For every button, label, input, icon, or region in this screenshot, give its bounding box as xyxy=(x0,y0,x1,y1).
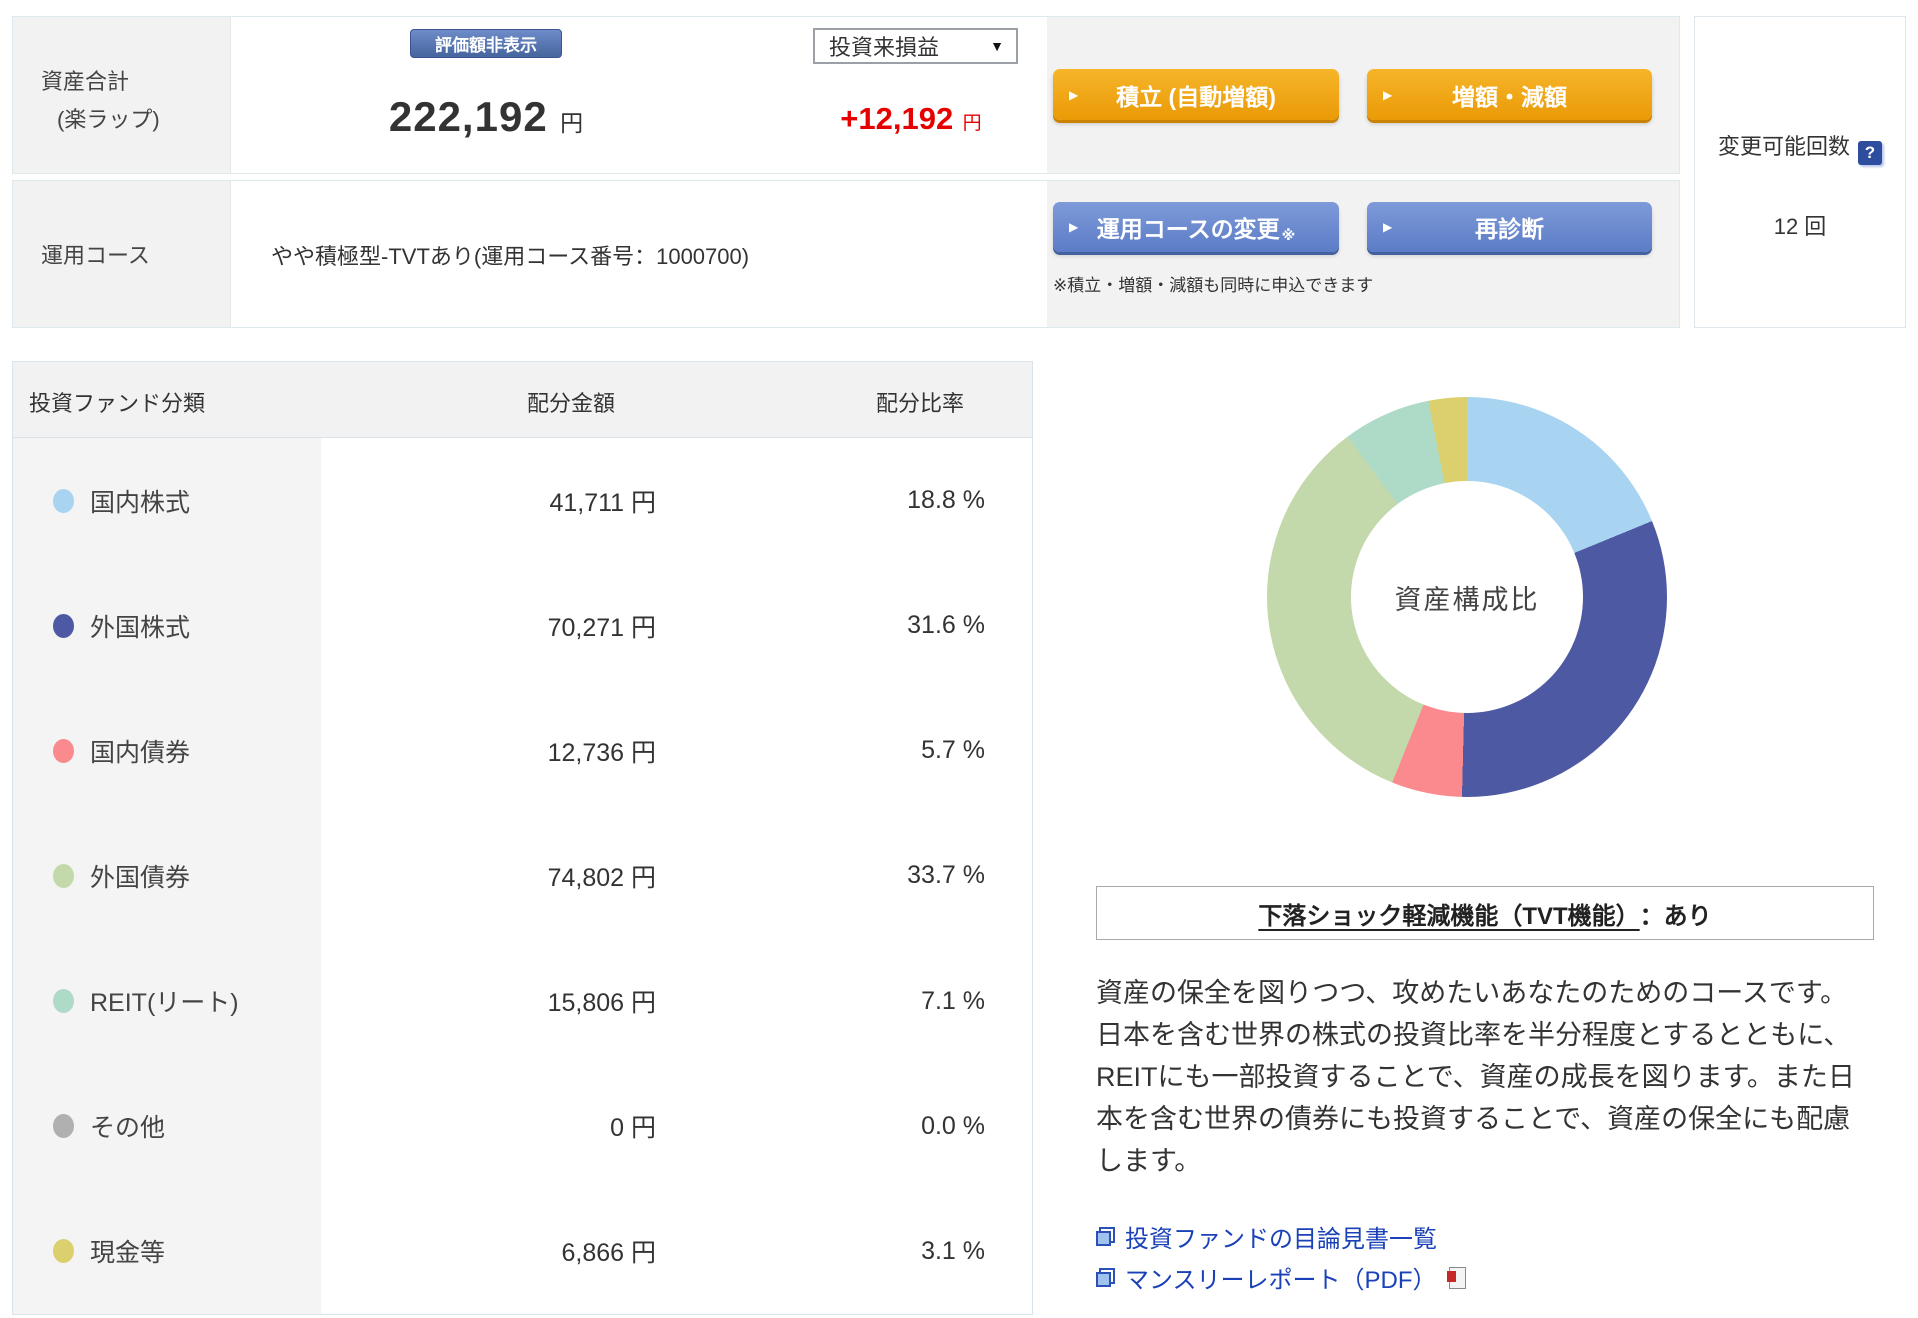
allocation-table: 投資ファンド分類 配分金額 配分比率 国内株式 41,711 円 18.8 % … xyxy=(12,361,1033,1315)
col-header-amount: 配分金額 xyxy=(526,391,615,416)
allocation-amount: 0 円 xyxy=(610,1114,656,1143)
asset-total-label: 資産合計 xyxy=(41,69,130,94)
allocation-table-body: 国内株式 41,711 円 18.8 % 外国株式 70,271 円 31.6 … xyxy=(13,438,1032,1314)
table-row: 現金等 6,866 円 3.1 % xyxy=(13,1188,1032,1314)
category-color-dot xyxy=(53,1114,74,1139)
allocation-ratio: 3.1 % xyxy=(921,1236,985,1265)
reserve-auto-increase-button[interactable]: ▶ 積立 (自動増額) xyxy=(1053,69,1339,120)
arrow-right-icon: ▶ xyxy=(1069,220,1079,234)
course-row: 運用コース やや積極型-TVTあり(運用コース番号：1000700) ▶ 運用コ… xyxy=(12,180,1680,328)
category-color-dot xyxy=(53,863,74,888)
allocation-amount: 15,806 円 xyxy=(547,989,656,1018)
chevron-down-icon: ▼ xyxy=(990,38,1004,54)
total-amount-unit: 円 xyxy=(560,110,584,136)
category-label: 現金等 xyxy=(90,1239,166,1268)
window-link-icon xyxy=(1096,1268,1115,1287)
asset-composition-donut-chart: 資産構成比 xyxy=(1267,397,1667,797)
allocation-amount: 12,736 円 xyxy=(547,738,656,767)
simultaneous-apply-note: ※積立・増額・減額も同時に申込できます xyxy=(1053,276,1374,295)
arrow-right-icon: ▶ xyxy=(1383,220,1393,234)
allocation-ratio: 33.7 % xyxy=(907,861,985,890)
category-color-dot xyxy=(53,613,74,638)
arrow-right-icon: ▶ xyxy=(1383,87,1393,102)
window-link-icon xyxy=(1096,1227,1115,1246)
table-row: 国内債券 12,736 円 5.7 % xyxy=(13,688,1032,814)
category-label: 外国株式 xyxy=(90,613,191,642)
allocation-amount: 74,802 円 xyxy=(547,863,656,892)
col-header-category: 投資ファンド分類 xyxy=(29,391,206,416)
allocation-ratio: 18.8 % xyxy=(907,486,985,515)
asset-total-row: 資産合計 (楽ラップ) 評価額非表示 222,192 円 投資来損益 ▼ +12… xyxy=(12,16,1680,174)
course-value: やや積極型-TVTあり(運用コース番号：1000700) xyxy=(271,244,750,269)
arrow-right-icon: ▶ xyxy=(1069,87,1079,102)
total-amount-wrap: 222,192 円 xyxy=(286,93,686,141)
document-links: 投資ファンドの目論見書一覧 マンスリーレポート（PDF） xyxy=(1096,1216,1466,1298)
total-amount: 222,192 xyxy=(388,93,548,140)
tvt-heading: 下落ショック軽減機能（TVT機能） xyxy=(1258,902,1640,930)
pdf-file-icon xyxy=(1446,1266,1466,1289)
rakuten-wrap-dashboard: { "top": { "asset_label_line1": "資産合計", … xyxy=(0,0,1918,1318)
table-row: その他 0 円 0.0 % xyxy=(13,1063,1032,1189)
allocation-ratio: 31.6 % xyxy=(907,611,985,640)
hide-valuation-button[interactable]: 評価額非表示 xyxy=(410,29,562,58)
category-color-dot xyxy=(53,738,74,763)
allocation-ratio: 7.1 % xyxy=(921,986,985,1015)
profit-wrap: +12,192 円 xyxy=(786,101,1036,137)
change-count-label: 変更可能回数 xyxy=(1717,134,1850,159)
profit-unit: 円 xyxy=(962,113,982,134)
table-row: REIT(リート) 15,806 円 7.1 % xyxy=(13,938,1032,1064)
monthly-report-link-label: マンスリーレポート（PDF） xyxy=(1125,1267,1437,1294)
increase-decrease-label: 増額・減額 xyxy=(1452,83,1567,110)
category-color-dot xyxy=(53,1239,74,1264)
tvt-heading-status: ：あり xyxy=(1639,902,1712,930)
asset-total-label-cell: 資産合計 (楽ラップ) xyxy=(13,17,231,173)
rediagnose-label: 再診断 xyxy=(1475,216,1544,242)
course-label: 運用コース xyxy=(41,243,150,268)
change-count-panel: 変更可能回数? 12 回 xyxy=(1694,16,1906,328)
prospectus-link-label: 投資ファンドの目論見書一覧 xyxy=(1125,1226,1437,1253)
allocation-ratio: 0.0 % xyxy=(921,1111,985,1140)
table-row: 国内株式 41,711 円 18.8 % xyxy=(13,438,1032,564)
asset-total-sublabel: (楽ラップ) xyxy=(57,107,160,132)
donut-center-label: 資産構成比 xyxy=(1394,584,1540,615)
asset-total-content-cell: 評価額非表示 222,192 円 投資来損益 ▼ +12,192 円 xyxy=(231,17,1047,173)
category-label: 国内債券 xyxy=(90,738,191,767)
monthly-report-link[interactable]: マンスリーレポート（PDF） xyxy=(1096,1257,1466,1298)
allocation-ratio: 5.7 % xyxy=(921,736,985,765)
table-row: 外国株式 70,271 円 31.6 % xyxy=(13,563,1032,689)
category-label: REIT(リート) xyxy=(90,989,239,1018)
category-label: 国内株式 xyxy=(90,488,191,517)
profit-type-select[interactable]: 投資来損益 ▼ xyxy=(813,28,1018,64)
change-course-button[interactable]: ▶ 運用コースの変更 ※ xyxy=(1053,202,1339,252)
category-color-dot xyxy=(53,989,74,1014)
asset-actions-cell: ▶ 積立 (自動増額) ▶ 増額・減額 xyxy=(1047,17,1679,173)
increase-decrease-button[interactable]: ▶ 増額・減額 xyxy=(1367,69,1652,120)
allocation-table-header: 投資ファンド分類 配分金額 配分比率 xyxy=(13,362,1032,438)
change-count-value: 12 回 xyxy=(1773,214,1827,239)
change-count-label-line: 変更可能回数? xyxy=(1695,129,1905,165)
allocation-amount: 70,271 円 xyxy=(547,613,656,642)
donut-center: 資産構成比 xyxy=(1351,481,1583,713)
category-label: 外国債券 xyxy=(90,863,191,892)
category-color-dot xyxy=(53,488,74,513)
prospectus-link[interactable]: 投資ファンドの目論見書一覧 xyxy=(1096,1216,1466,1257)
change-course-note-mark: ※ xyxy=(1281,227,1296,243)
category-label: その他 xyxy=(90,1114,166,1143)
course-label-cell: 運用コース xyxy=(13,181,231,327)
course-actions-cell: ▶ 運用コースの変更 ※ ▶ 再診断 ※積立・増額・減額も同時に申込できます xyxy=(1047,181,1679,327)
tvt-function-box: 下落ショック軽減機能（TVT機能） ：あり xyxy=(1096,886,1874,940)
reserve-button-label: 積立 (自動増額) xyxy=(1116,83,1276,110)
help-icon[interactable]: ? xyxy=(1858,141,1882,165)
course-description: 資産の保全を図りつつ、攻めたいあなたのためのコースです。日本を含む世界の株式の投… xyxy=(1096,978,1855,1176)
col-header-ratio: 配分比率 xyxy=(875,391,964,416)
table-row: 外国債券 74,802 円 33.7 % xyxy=(13,813,1032,939)
profit-amount: +12,192 xyxy=(840,101,954,136)
profit-type-value: 投資来損益 xyxy=(829,35,940,60)
allocation-amount: 41,711 円 xyxy=(549,488,656,517)
course-content-cell: やや積極型-TVTあり(運用コース番号：1000700) xyxy=(231,181,1047,327)
allocation-amount: 6,866 円 xyxy=(561,1239,656,1268)
change-course-label: 運用コースの変更 xyxy=(1096,216,1280,242)
rediagnose-button[interactable]: ▶ 再診断 xyxy=(1367,202,1652,252)
